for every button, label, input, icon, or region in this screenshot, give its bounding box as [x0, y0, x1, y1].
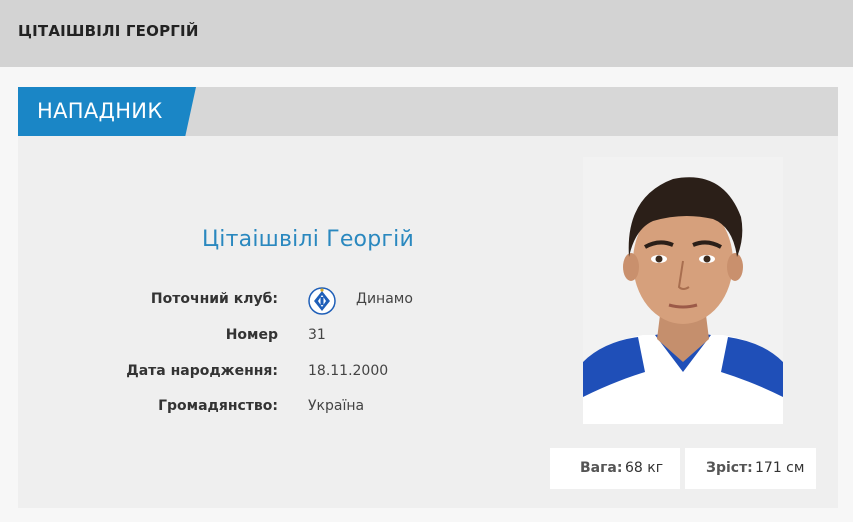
weight-stat: Вага: 68 кг: [550, 448, 680, 489]
info-row-number: Номер 31: [18, 327, 518, 349]
citizenship-value: Україна: [308, 398, 365, 414]
height-value: 171 см: [755, 460, 805, 476]
page-header: ЦІТАІШВІЛІ ГЕОРГІЙ: [0, 0, 853, 67]
player-name: Цітаішвілі Георгій: [202, 227, 414, 252]
info-row-club: Поточний клуб: Динамо: [18, 287, 518, 315]
player-photo: [583, 157, 783, 424]
player-portrait-icon: [583, 157, 783, 424]
card-header: НАПАДНИК: [18, 87, 838, 136]
club-value[interactable]: Динамо: [356, 291, 413, 307]
number-value: 31: [308, 327, 326, 343]
birthdate-value: 18.11.2000: [308, 363, 389, 379]
player-card: НАПАДНИК Цітаішвілі Георгій Поточний клу…: [18, 87, 838, 508]
page-title: ЦІТАІШВІЛІ ГЕОРГІЙ: [18, 22, 199, 40]
club-label: Поточний клуб:: [150, 291, 278, 307]
weight-label: Вага:: [580, 460, 623, 476]
info-row-birthdate: Дата народження: 18.11.2000: [18, 363, 518, 385]
dynamo-logo-icon[interactable]: [308, 287, 336, 315]
info-row-citizenship: Громадянство: Україна: [18, 398, 518, 420]
position-label: НАПАДНИК: [37, 99, 163, 123]
weight-value: 68 кг: [625, 460, 664, 476]
height-label: Зріст:: [706, 460, 753, 476]
height-stat: Зріст: 171 см: [685, 448, 816, 489]
citizenship-label: Громадянство:: [158, 398, 278, 414]
number-label: Номер: [225, 327, 278, 343]
position-tab: НАПАДНИК: [18, 87, 196, 136]
birthdate-label: Дата народження:: [126, 363, 278, 379]
